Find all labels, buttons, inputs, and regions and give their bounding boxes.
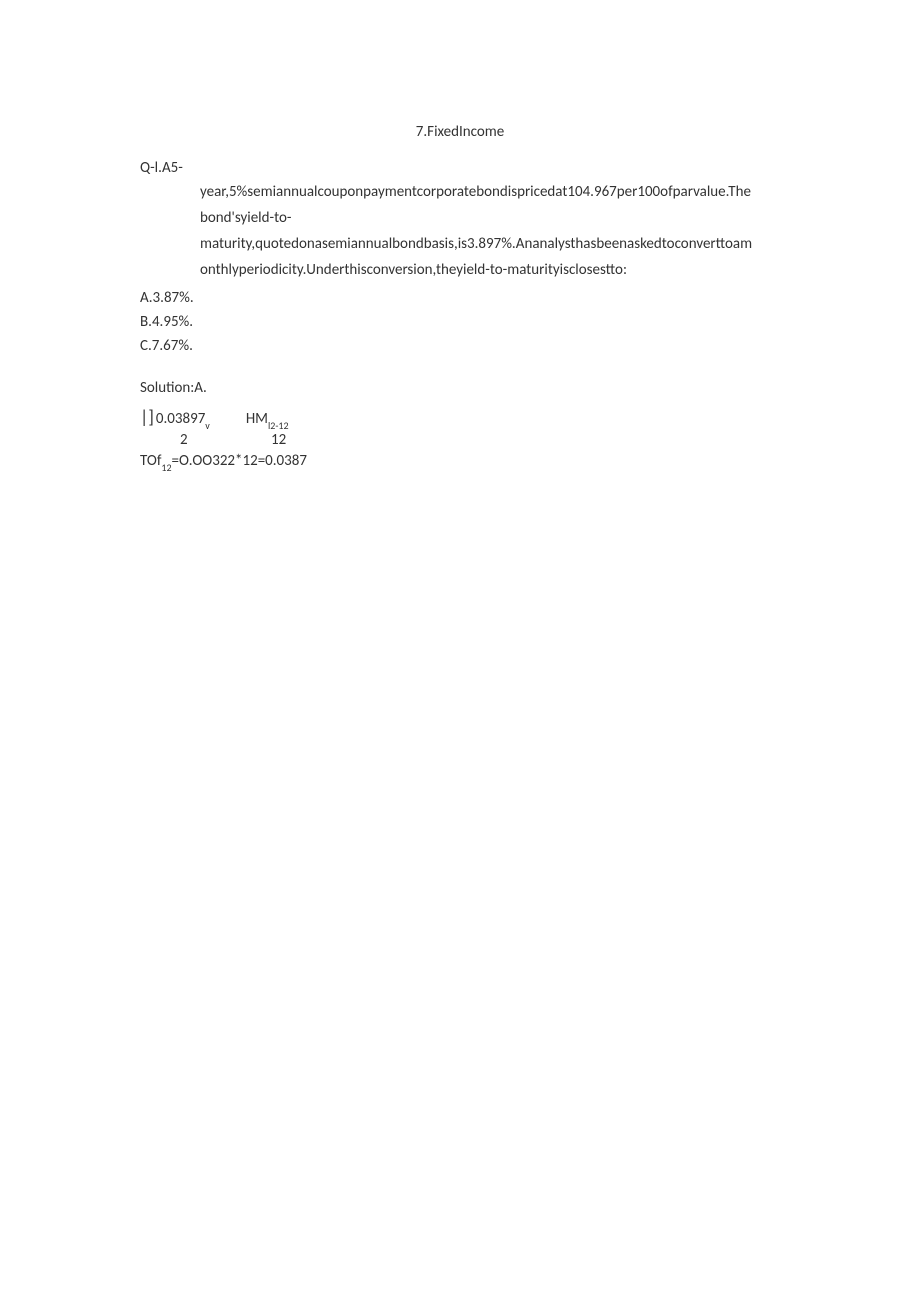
question-line-3: maturity,quotedonasemiannualbondbasis,is…	[200, 232, 780, 256]
section-title: 7.FixedIncome	[140, 120, 780, 144]
formula-sub1: v	[205, 419, 210, 432]
option-b: B.4.95%.	[140, 310, 780, 334]
bracket-glyph: | ]	[140, 405, 152, 429]
formula-hm: HM	[246, 410, 268, 428]
formula-tof-sub: 12	[161, 461, 171, 474]
formula-tof: TOf	[140, 452, 161, 470]
formula-denom-2: 12	[271, 431, 286, 449]
formula-row-3: TOf12=O.OO322*12=0.0387	[140, 451, 780, 473]
option-c: C.7.67%.	[140, 334, 780, 358]
formula-calc: =O.OO322*12=0.0387	[172, 452, 307, 470]
question-body: year,5%semiannualcouponpaymentcorporateb…	[140, 180, 780, 282]
formula-val1: 0.03897	[156, 410, 205, 428]
question-prefix: Q-l.A5-	[140, 156, 780, 180]
question-line-2: bond'syield-to-	[200, 206, 780, 230]
question-line-1: year,5%semiannualcouponpaymentcorporateb…	[200, 180, 780, 204]
question-line-4: onthlyperiodicity.Underthisconversion,th…	[200, 258, 780, 282]
formula-block: | ] 0.03897v HMl2-12 2 12 TOf12=O.OO322*…	[140, 406, 780, 472]
formula-denom-1: 2	[180, 430, 188, 450]
solution-label: Solution:A.	[140, 376, 780, 400]
option-a: A.3.87%.	[140, 286, 780, 310]
options: A.3.87%. B.4.95%. C.7.67%.	[140, 286, 780, 358]
formula-row-2: 2 12	[140, 430, 780, 450]
formula-hm-sub: l2-12	[268, 419, 289, 432]
formula-row-1: | ] 0.03897v HMl2-12	[140, 406, 780, 430]
